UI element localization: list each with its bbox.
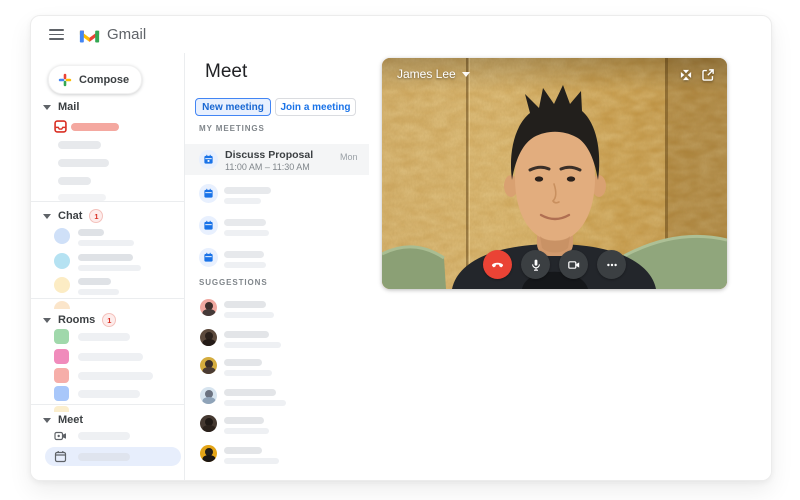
skeleton-bar bbox=[58, 159, 109, 167]
skeleton-bar bbox=[224, 458, 279, 464]
room-avatar[interactable] bbox=[54, 368, 69, 383]
avatar[interactable] bbox=[200, 445, 217, 462]
more-options-button[interactable] bbox=[597, 250, 626, 279]
avatar[interactable] bbox=[200, 329, 217, 346]
meet-panel: Meet New meeting Join a meeting MY MEETI… bbox=[185, 53, 771, 480]
meeting-calendar-icon bbox=[199, 150, 218, 169]
microphone-button[interactable] bbox=[521, 250, 550, 279]
avatar[interactable] bbox=[200, 299, 217, 316]
skeleton-bar bbox=[78, 432, 130, 440]
skeleton-bar bbox=[224, 389, 276, 396]
skeleton-bar bbox=[78, 278, 111, 285]
chevron-down-icon bbox=[43, 317, 51, 323]
skeleton-bar bbox=[224, 370, 272, 376]
hang-up-button[interactable] bbox=[483, 250, 512, 279]
video-camera-icon[interactable] bbox=[54, 430, 67, 442]
inbox-icon[interactable] bbox=[54, 120, 67, 133]
section-divider bbox=[31, 404, 184, 405]
meeting-title: Discuss Proposal bbox=[225, 149, 314, 161]
room-avatar-clipped bbox=[54, 406, 69, 412]
avatar[interactable] bbox=[54, 253, 70, 269]
skeleton-bar bbox=[78, 254, 133, 261]
gmail-app-window: Gmail Compose Mail Chat 1 Rooms 1 Meet M… bbox=[30, 15, 772, 481]
avatar[interactable] bbox=[54, 228, 70, 244]
meeting-calendar-icon[interactable] bbox=[199, 216, 218, 235]
my-meetings-heading: MY MEETINGS bbox=[199, 124, 265, 133]
skeleton-bar bbox=[224, 251, 264, 258]
sidebar: Compose Mail Chat 1 Rooms 1 Meet bbox=[31, 53, 185, 480]
compose-button[interactable]: Compose bbox=[48, 65, 143, 94]
chevron-down-icon bbox=[461, 71, 470, 77]
room-avatar[interactable] bbox=[54, 386, 69, 401]
calendar-icon[interactable] bbox=[54, 450, 67, 463]
new-meeting-button[interactable]: New meeting bbox=[195, 98, 271, 116]
sidebar-section-meet[interactable]: Meet bbox=[43, 414, 83, 426]
hamburger-menu-icon[interactable] bbox=[49, 29, 64, 40]
skeleton-bar bbox=[78, 333, 130, 341]
skeleton-bar bbox=[224, 447, 262, 454]
skeleton-bar bbox=[78, 353, 143, 361]
page-title: Meet bbox=[205, 61, 248, 82]
skeleton-bar bbox=[224, 417, 264, 424]
avatar-clipped bbox=[54, 301, 70, 309]
camera-button[interactable] bbox=[559, 250, 588, 279]
skeleton-bar bbox=[58, 141, 101, 149]
participant-name-menu[interactable]: James Lee bbox=[397, 67, 470, 81]
unread-badge: 1 bbox=[89, 209, 104, 223]
open-in-new-icon[interactable] bbox=[701, 68, 715, 82]
skeleton-bar bbox=[224, 262, 266, 268]
avatar[interactable] bbox=[200, 387, 217, 404]
skeleton-bar bbox=[224, 428, 269, 434]
chevron-down-icon bbox=[43, 213, 51, 219]
sidebar-section-mail[interactable]: Mail bbox=[43, 101, 79, 113]
call-controls bbox=[382, 250, 727, 279]
skeleton-bar bbox=[78, 240, 134, 246]
skeleton-bar bbox=[224, 312, 274, 318]
avatar[interactable] bbox=[54, 277, 70, 293]
avatar[interactable] bbox=[200, 415, 217, 432]
collapse-icon[interactable] bbox=[679, 68, 693, 82]
section-divider bbox=[31, 201, 184, 202]
avatar[interactable] bbox=[200, 357, 217, 374]
chevron-down-icon bbox=[43, 104, 51, 110]
suggestions-heading: SUGGESTIONS bbox=[199, 278, 268, 287]
skeleton-bar bbox=[224, 400, 286, 406]
app-header: Gmail bbox=[31, 16, 771, 54]
meeting-day: Mon bbox=[340, 152, 358, 162]
skeleton-bar bbox=[58, 177, 91, 185]
skeleton-bar-inbox bbox=[71, 123, 119, 131]
meeting-calendar-icon[interactable] bbox=[199, 248, 218, 267]
multicolor-plus-icon bbox=[58, 73, 72, 86]
app-name: Gmail bbox=[107, 26, 147, 43]
skeleton-bar bbox=[224, 187, 271, 194]
room-avatar[interactable] bbox=[54, 349, 69, 364]
compose-label: Compose bbox=[79, 73, 130, 86]
meeting-time: 11:00 AM – 11:30 AM bbox=[225, 162, 310, 172]
video-call-window: James Lee bbox=[382, 58, 727, 289]
room-avatar[interactable] bbox=[54, 329, 69, 344]
skeleton-bar bbox=[224, 342, 281, 348]
skeleton-bar bbox=[224, 230, 269, 236]
skeleton-bar bbox=[224, 198, 261, 204]
skeleton-bar bbox=[78, 265, 141, 271]
skeleton-bar bbox=[78, 372, 153, 380]
sidebar-section-chat[interactable]: Chat 1 bbox=[43, 209, 104, 223]
skeleton-bar bbox=[224, 219, 266, 226]
skeleton-bar bbox=[224, 301, 266, 308]
participant-name: James Lee bbox=[397, 67, 456, 81]
chevron-down-icon bbox=[43, 417, 51, 423]
skeleton-bar bbox=[224, 359, 262, 366]
join-meeting-button[interactable]: Join a meeting bbox=[275, 98, 356, 116]
skeleton-bar bbox=[78, 289, 119, 295]
skeleton-bar bbox=[78, 453, 130, 461]
unread-badge: 1 bbox=[102, 313, 117, 327]
skeleton-bar-clipped bbox=[58, 194, 106, 201]
meeting-calendar-icon[interactable] bbox=[199, 184, 218, 203]
gmail-logo-icon bbox=[79, 30, 100, 42]
section-divider bbox=[31, 298, 184, 299]
sidebar-section-rooms[interactable]: Rooms 1 bbox=[43, 313, 117, 327]
skeleton-bar bbox=[224, 331, 269, 338]
skeleton-bar bbox=[78, 390, 140, 398]
skeleton-bar bbox=[78, 229, 104, 236]
